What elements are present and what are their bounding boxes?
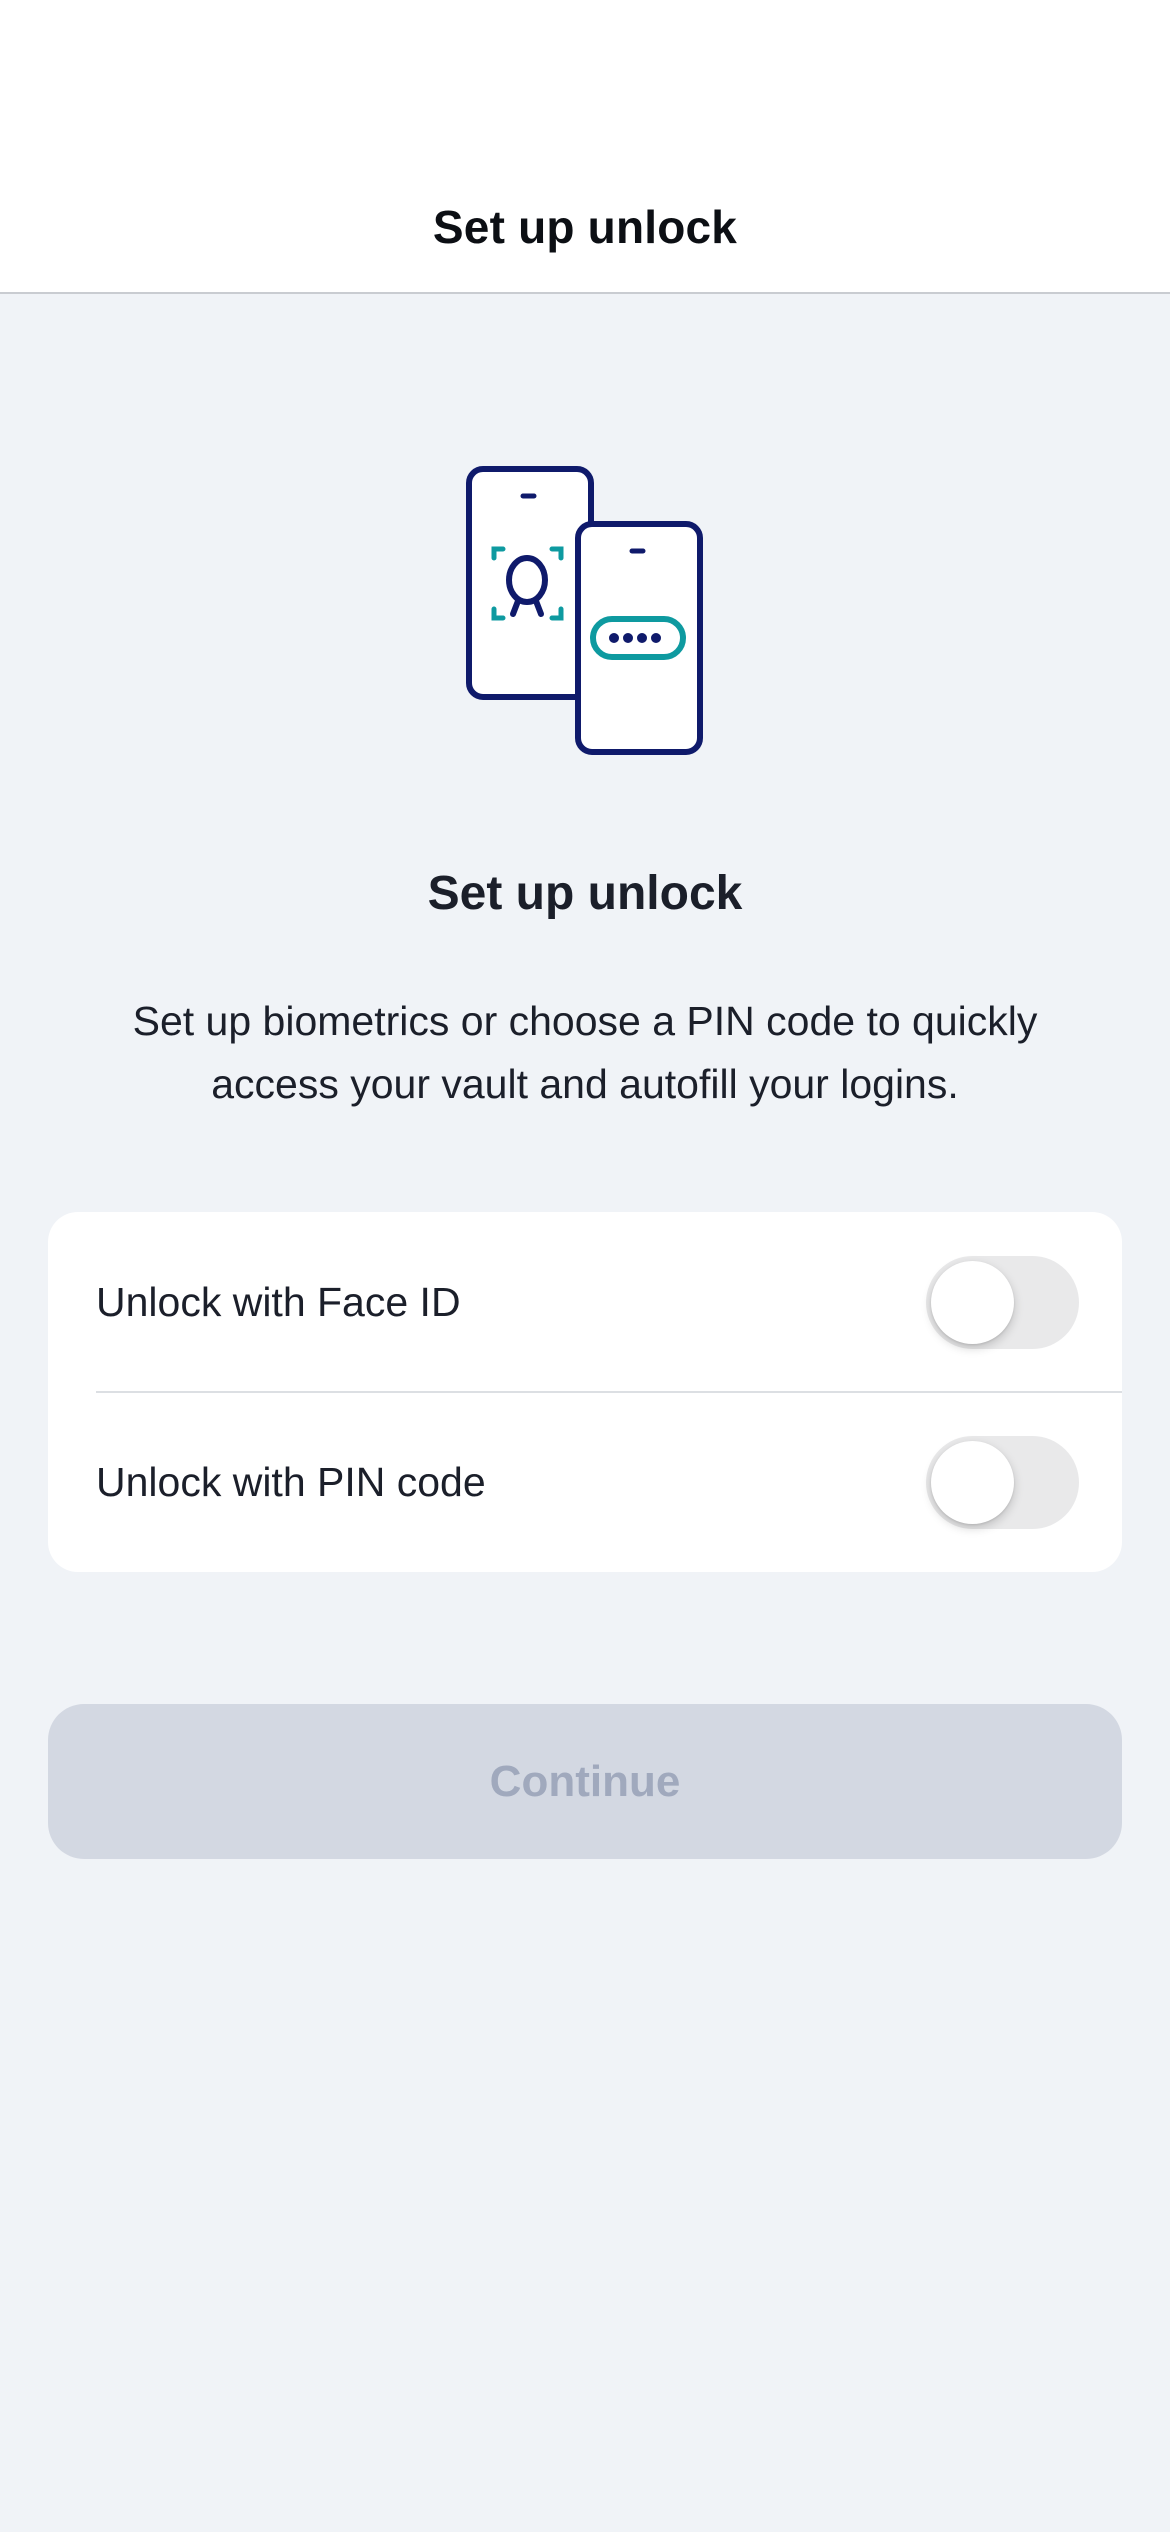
page-description: Set up biometrics or choose a PIN code t… — [132, 998, 1038, 1107]
face-id-toggle[interactable] — [926, 1256, 1079, 1349]
nav-title: Set up unlock — [432, 201, 738, 253]
unlock-options-card: Unlock with Face ID Unlock with PIN code — [48, 1212, 1122, 1572]
continue-button[interactable]: Continue — [48, 1704, 1122, 1859]
toggle-knob — [931, 1261, 1014, 1344]
phones-biometric-pin-illustration — [466, 466, 703, 755]
pin-code-option-label: Unlock with PIN code — [96, 1459, 486, 1505]
phone-pin-icon — [575, 521, 703, 755]
phone-face-id-icon — [466, 466, 594, 700]
page-heading: Set up unlock — [427, 867, 743, 920]
face-id-option-row[interactable]: Unlock with Face ID — [48, 1212, 1122, 1393]
pin-code-option-row[interactable]: Unlock with PIN code — [48, 1392, 1122, 1572]
pin-code-toggle[interactable] — [926, 1436, 1079, 1529]
navigation-bar: Set up unlock — [0, 0, 1170, 294]
toggle-knob — [931, 1441, 1014, 1524]
face-id-option-label: Unlock with Face ID — [96, 1279, 461, 1325]
